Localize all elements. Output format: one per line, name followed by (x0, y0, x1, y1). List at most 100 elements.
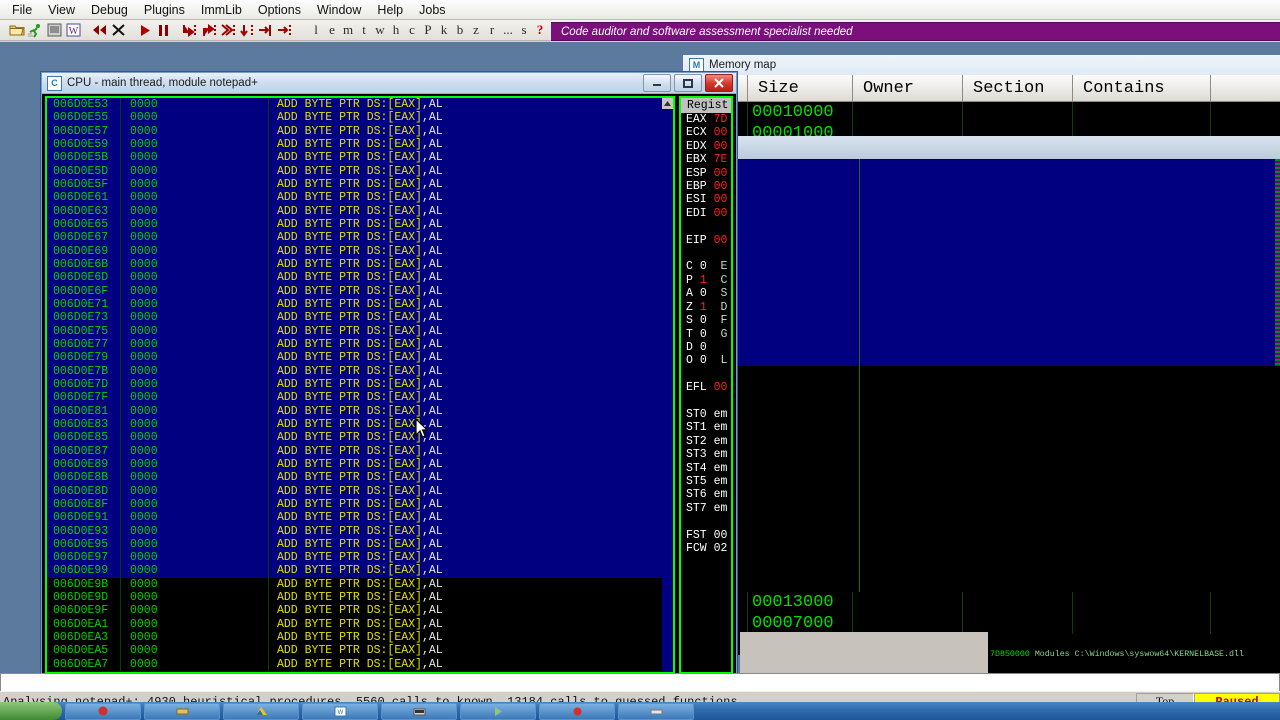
toolbar-letter-m[interactable]: m (340, 22, 356, 39)
table-row[interactable]: 0000 00013000 (683, 592, 1280, 613)
register-row-esp[interactable]: ESP 00 (681, 167, 731, 180)
register-row-ebp[interactable]: EBP 00 (681, 180, 731, 193)
disassembly-row[interactable]: 006D0E5B 0000 ADD BYTE PTR DS:[EAX],AL (47, 151, 673, 165)
flag-row-a[interactable]: A 0 S (681, 287, 731, 300)
disassembly-row[interactable]: 006D0E85 0000 ADD BYTE PTR DS:[EAX],AL (47, 431, 673, 445)
flag-row-t[interactable]: T 0 G (681, 328, 731, 341)
toolbar-letter-z[interactable]: z (468, 22, 484, 39)
register-row-spacer[interactable] (681, 220, 731, 233)
command-bar[interactable] (0, 673, 1280, 692)
execute-till-return-icon[interactable] (219, 22, 236, 39)
toolbar-letter-r[interactable]: r (484, 22, 500, 39)
disassembly-row[interactable]: 006D0E55 0000 ADD BYTE PTR DS:[EAX],AL (47, 111, 673, 125)
disassembly-row[interactable]: 006D0E69 0000 ADD BYTE PTR DS:[EAX],AL (47, 244, 673, 258)
window-icon[interactable] (46, 22, 63, 39)
disassembly-row[interactable]: 006D0E7D 0000 ADD BYTE PTR DS:[EAX],AL (47, 377, 673, 392)
close-icon[interactable] (705, 74, 733, 92)
menu-item-debug[interactable]: Debug (83, 1, 136, 19)
disassembly-row[interactable]: 006D0EA3 0000 ADD BYTE PTR DS:[EAX],AL (47, 631, 673, 645)
toolbar-help-button[interactable]: ? (532, 22, 548, 39)
register-spacer[interactable] (681, 395, 731, 408)
animate-into-icon[interactable] (238, 22, 255, 39)
register-row-efl[interactable]: EFL 00 (681, 381, 731, 394)
list-item[interactable]: 7D850000 Modules C:\Windows\syswow64\KER… (990, 650, 1280, 659)
table-row[interactable]: 0000 00007000 (683, 613, 1280, 634)
disassembly-row[interactable]: 006D0E9D 0000 ADD BYTE PTR DS:[EAX],AL (47, 591, 673, 605)
flag-row-o[interactable]: O 0 L (681, 354, 731, 367)
disassembly-row[interactable]: 006D0E8F 0000 ADD BYTE PTR DS:[EAX],AL (47, 497, 673, 512)
disassembly-row[interactable]: 006D0E83 0000 ADD BYTE PTR DS:[EAX],AL (47, 417, 673, 432)
scroll-up-arrow-icon[interactable] (662, 98, 673, 109)
register-row-edx[interactable]: EDX 00 (681, 140, 731, 153)
step-over-icon[interactable] (200, 22, 217, 39)
log-window-icon[interactable]: W (65, 22, 82, 39)
rewind-icon[interactable] (91, 22, 108, 39)
register-spacer[interactable] (681, 247, 731, 260)
disassembly-row[interactable]: 006D0E8D 0000 ADD BYTE PTR DS:[EAX],AL (47, 484, 673, 498)
disassembly-row[interactable]: 006D0E65 0000 ADD BYTE PTR DS:[EAX],AL (47, 217, 673, 232)
column-header-contains[interactable]: Contains (1073, 75, 1211, 101)
maximize-icon[interactable] (674, 74, 702, 92)
disassembly-row[interactable]: 006D0E97 0000 ADD BYTE PTR DS:[EAX],AL (47, 551, 673, 565)
taskbar-item[interactable] (144, 702, 220, 720)
disassembly-row[interactable]: 006D0E7B 0000 ADD BYTE PTR DS:[EAX],AL (47, 364, 673, 378)
toolbar-letter-t[interactable]: t (356, 22, 372, 39)
toolbar-letter-c[interactable]: c (404, 22, 420, 39)
disassembly-row[interactable]: 006D0E6F 0000 ADD BYTE PTR DS:[EAX],AL (47, 284, 673, 298)
flag-row-p[interactable]: P 1 C (681, 274, 731, 287)
disassembly-row[interactable]: 006D0E99 0000 ADD BYTE PTR DS:[EAX],AL (47, 564, 673, 578)
disassembly-row[interactable]: 006D0E91 0000 ADD BYTE PTR DS:[EAX],AL (47, 511, 673, 525)
disassembly-row[interactable]: 006D0E9F 0000 ADD BYTE PTR DS:[EAX],AL (47, 604, 673, 618)
register-row-esi[interactable]: ESI 00 (681, 193, 731, 206)
disassembly-row[interactable]: 006D0E89 0000 ADD BYTE PTR DS:[EAX],AL (47, 457, 673, 472)
taskbar-item[interactable] (65, 702, 141, 720)
disassembly-row[interactable]: 006D0E8B 0000 ADD BYTE PTR DS:[EAX],AL (47, 471, 673, 485)
register-spacer[interactable] (681, 368, 731, 381)
disassembly-row[interactable]: 006D0EA1 0000 ADD BYTE PTR DS:[EAX],AL (47, 617, 673, 632)
run-icon[interactable] (136, 22, 153, 39)
column-header-section[interactable]: Section (963, 75, 1073, 101)
menu-item-help[interactable]: Help (369, 1, 411, 19)
table-row[interactable]: 0000 00010000 (683, 102, 1280, 123)
disassembly-row[interactable]: 006D0E6D 0000 ADD BYTE PTR DS:[EAX],AL (47, 271, 673, 285)
column-header-owner[interactable]: Owner (853, 75, 963, 101)
toolbar-letter-e[interactable]: e (324, 22, 340, 39)
disassembly-row[interactable]: 006D0E7F 0000 ADD BYTE PTR DS:[EAX],AL (47, 391, 673, 405)
terminate-icon[interactable] (110, 22, 127, 39)
menu-item-file[interactable]: File (4, 1, 40, 19)
taskbar-item[interactable] (460, 702, 536, 720)
disassembly-row[interactable]: 006D0E75 0000 ADD BYTE PTR DS:[EAX],AL (47, 324, 673, 338)
flag-row-s[interactable]: S 0 F (681, 314, 731, 327)
disassembly-row[interactable]: 006D0E53 0000 ADD BYTE PTR DS:[EAX],AL (47, 98, 673, 112)
disassembly-row[interactable]: 006D0E61 0000 ADD BYTE PTR DS:[EAX],AL (47, 191, 673, 205)
disassembly-row[interactable]: 006D0E63 0000 ADD BYTE PTR DS:[EAX],AL (47, 204, 673, 218)
fpu-row-st1[interactable]: ST1 em (681, 421, 731, 434)
fpu-row-st4[interactable]: ST4 em (681, 462, 731, 475)
registers-pane[interactable]: Regist EAX 7D ECX 00 EDX 00 EBX 7E ESP 00 EBP… (679, 96, 733, 674)
menu-item-window[interactable]: Window (309, 1, 369, 19)
restart-program-icon[interactable] (27, 22, 44, 39)
disassembly-row[interactable]: 006D0E57 0000 ADD BYTE PTR DS:[EAX],AL (47, 124, 673, 138)
command-input[interactable] (1, 674, 1279, 691)
toolbar-letter-k[interactable]: k (436, 22, 452, 39)
disassembly-row[interactable]: 006D0E71 0000 ADD BYTE PTR DS:[EAX],AL (47, 297, 673, 312)
fpu-control-row-fcw[interactable]: FCW 02 (681, 542, 731, 555)
disassembly-row[interactable]: 006D0E93 0000 ADD BYTE PTR DS:[EAX],AL (47, 524, 673, 538)
disassembly-row[interactable]: 006D0E6B 0000 ADD BYTE PTR DS:[EAX],AL (47, 257, 673, 272)
register-row-edi[interactable]: EDI 00 (681, 207, 731, 220)
menu-item-plugins[interactable]: Plugins (136, 1, 193, 19)
menu-item-view[interactable]: View (40, 1, 83, 19)
flag-row-d[interactable]: D 0 (681, 341, 731, 354)
column-header-extra[interactable] (1211, 75, 1280, 101)
disassembly-row[interactable]: 006D0E59 0000 ADD BYTE PTR DS:[EAX],AL (47, 137, 673, 152)
menu-item-jobs[interactable]: Jobs (411, 1, 453, 19)
disassembly-row[interactable]: 006D0E87 0000 ADD BYTE PTR DS:[EAX],AL (47, 444, 673, 458)
toolbar-letter-b[interactable]: b (452, 22, 468, 39)
toolbar-letter-dots[interactable]: ... (500, 22, 516, 39)
register-row-ecx[interactable]: ECX 00 (681, 126, 731, 139)
advertisement-banner[interactable]: Code auditor and software assessment spe… (551, 22, 1280, 41)
taskbar-item[interactable] (618, 702, 694, 720)
register-row-eip[interactable]: EIP 00 (681, 234, 731, 247)
toolbar-letter-w[interactable]: w (372, 22, 388, 39)
pause-icon[interactable] (155, 22, 172, 39)
